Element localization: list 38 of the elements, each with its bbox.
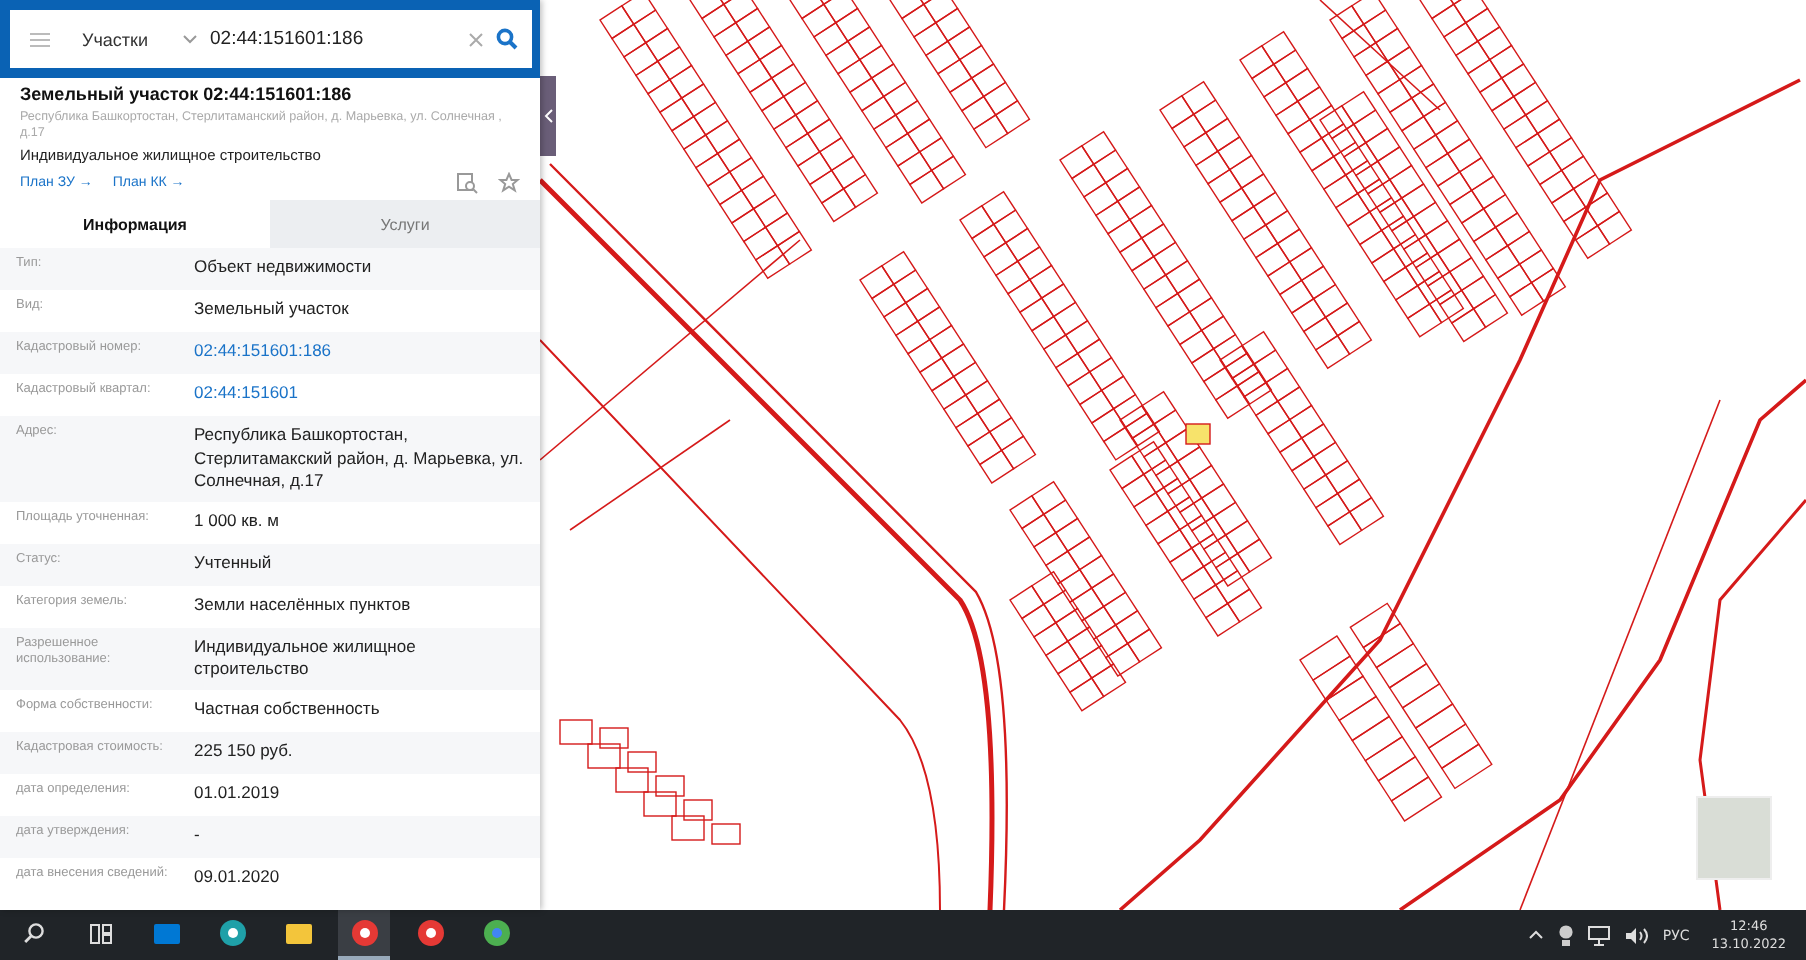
- task-view-icon[interactable]: [89, 923, 111, 943]
- field-value: Учтенный: [194, 551, 274, 576]
- webcam-icon[interactable]: [1558, 924, 1575, 946]
- field-value: Частная собственность: [194, 697, 382, 722]
- search-field[interactable]: Участки 02:44:151601:186: [10, 10, 532, 68]
- field-link[interactable]: 02:44:151601: [194, 382, 524, 409]
- field-value: 01.01.2019: [194, 781, 282, 806]
- chevron-down-icon[interactable]: [182, 34, 198, 44]
- round-app-icon[interactable]: [483, 920, 509, 946]
- folder-icon[interactable]: [285, 922, 311, 944]
- field-value: Объект недвижимости: [194, 256, 374, 281]
- field-link[interactable]: 02:44:151601:186: [194, 340, 524, 367]
- shopping-bag-icon[interactable]: [153, 922, 179, 944]
- taskbar-app-button[interactable]: [338, 910, 390, 960]
- tab[interactable]: Информация: [0, 200, 270, 249]
- round-app-icon[interactable]: [219, 920, 245, 946]
- field-value: Земли населённых пунктов: [194, 593, 413, 618]
- search-icon[interactable]: [23, 922, 45, 944]
- field-value: 09.01.2020: [194, 865, 282, 890]
- field-value: -: [194, 823, 202, 848]
- tab[interactable]: Услуги: [270, 200, 540, 249]
- document-search-icon[interactable]: [456, 172, 478, 195]
- star-icon[interactable]: [498, 172, 520, 195]
- parcel-title: Земельный участок 02:44:151601:186: [20, 84, 354, 104]
- field-value: 1 000 кв. м: [194, 509, 281, 534]
- field-value: Индивидуальное жилищное строительство: [194, 635, 418, 682]
- round-app-icon[interactable]: [417, 920, 443, 946]
- category-select[interactable]: Участки: [82, 29, 170, 49]
- network-icon[interactable]: [1588, 925, 1611, 945]
- speaker-icon[interactable]: [1624, 925, 1649, 945]
- field-value: 225 150 руб.: [194, 739, 295, 764]
- field-value: Земельный участок: [194, 298, 351, 323]
- layer-thumbnail[interactable]: [1696, 796, 1772, 880]
- field-value: Республика Башкортостан, Стерлитамакский район, д. Марьевка, ул. Солнечная, д.17: [194, 424, 524, 494]
- chevron-up-icon[interactable]: [1528, 930, 1545, 940]
- chevron-left-icon[interactable]: [543, 108, 553, 124]
- round-app-icon[interactable]: [351, 920, 377, 946]
- collapse-panel-button[interactable]: [540, 76, 556, 156]
